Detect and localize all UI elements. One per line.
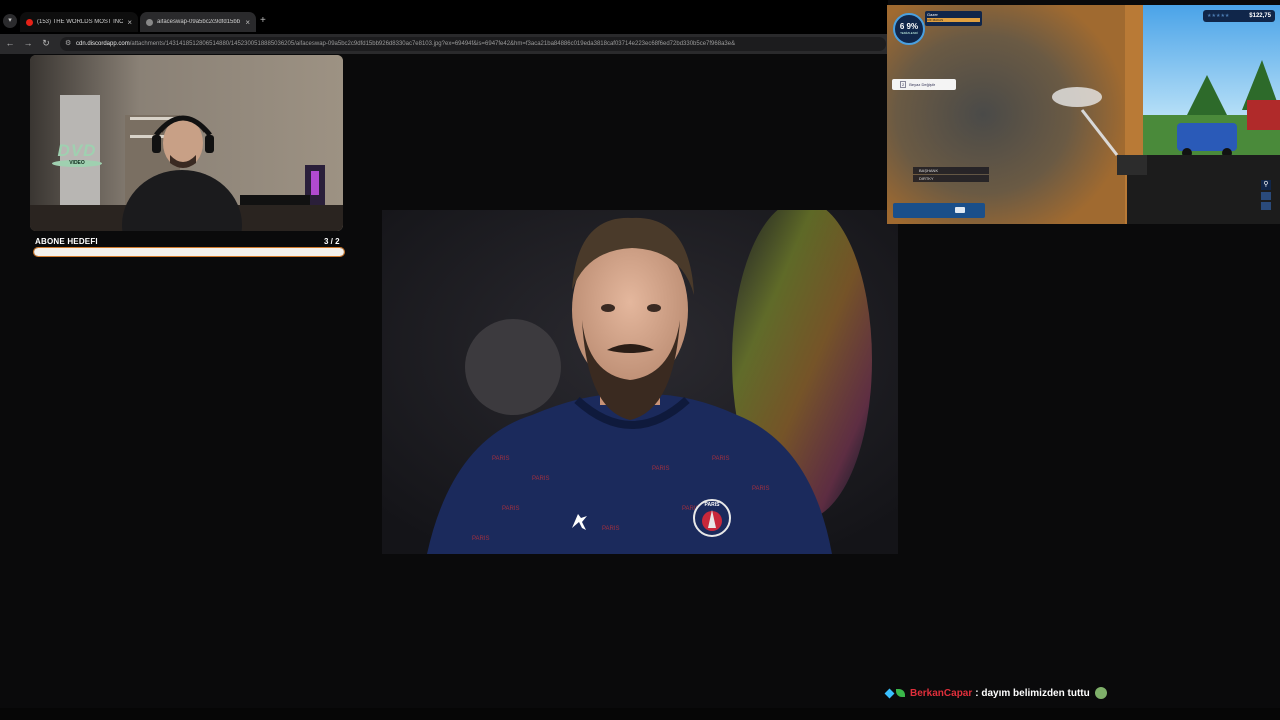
list-item: DIRTKY bbox=[913, 175, 989, 182]
side-icons: ⚲ bbox=[1261, 180, 1273, 210]
person-icon: ⚲ bbox=[1261, 180, 1271, 190]
dvd-logo-text: DVD bbox=[57, 141, 97, 160]
displayed-image: PARIS PARIS PARIS PARIS PARIS PARIS PARIS PAR… bbox=[382, 210, 898, 554]
emote-icon bbox=[1094, 687, 1107, 699]
address-bar[interactable]: cdn.discordapp.com/attachments/143141851… bbox=[60, 37, 886, 51]
chat-text: : dayım belimizden tuttu bbox=[975, 687, 1090, 699]
sub-goal-count: 3 / 2 bbox=[324, 237, 340, 246]
game-scene bbox=[887, 5, 1280, 224]
clean-percent-caption: TEMİZLENDİ bbox=[900, 31, 918, 35]
player-name: Gazer bbox=[927, 12, 938, 17]
close-tab-icon[interactable]: × bbox=[127, 18, 132, 27]
back-icon[interactable]: ← bbox=[4, 37, 16, 49]
dvd-logo-sub: VIDEO bbox=[52, 160, 102, 167]
task-panel: 2 Beyaz Değiştir bbox=[892, 79, 956, 90]
player-panel: Gazer CİF MAKAS bbox=[925, 11, 982, 26]
rating-stars: ★★★★★ bbox=[1207, 13, 1230, 19]
nozzle-icon bbox=[955, 207, 965, 213]
svg-text:PARIS: PARIS bbox=[502, 506, 520, 512]
svg-text:PARIS: PARIS bbox=[532, 476, 550, 482]
tab-title: (153) THE WORLDS MOST INCR bbox=[37, 19, 124, 25]
svg-text:PARIS: PARIS bbox=[752, 486, 770, 492]
clean-percent: 6 9% bbox=[899, 22, 919, 31]
globe-icon bbox=[146, 18, 153, 26]
money-panel: ★★★★★ $122,75 bbox=[1203, 10, 1275, 22]
tab-youtube[interactable]: (153) THE WORLDS MOST INCR × bbox=[20, 12, 138, 32]
new-tab-button[interactable]: + bbox=[260, 15, 266, 26]
forward-icon[interactable]: → bbox=[22, 37, 34, 49]
crest-text: PARIS bbox=[705, 502, 721, 508]
youtube-icon bbox=[26, 18, 33, 26]
clean-percent-dial: 6 9% TEMİZLENDİ bbox=[893, 13, 925, 45]
dvd-logo: DVD VIDEO bbox=[48, 141, 106, 167]
bottom-strip bbox=[0, 708, 1280, 720]
reload-icon[interactable]: ↻ bbox=[40, 37, 52, 49]
svg-text:PARIS: PARIS bbox=[492, 456, 510, 462]
svg-text:PARIS: PARIS bbox=[472, 536, 490, 542]
list-item: BAŞHANK bbox=[913, 167, 989, 174]
svg-text:PARIS: PARIS bbox=[602, 526, 620, 532]
money-amount: $122,75 bbox=[1249, 13, 1271, 19]
sub-goal-progress-fill bbox=[34, 248, 344, 256]
tool-slot-icon bbox=[1261, 192, 1271, 200]
objects-list: BAŞHANK DIRTKY bbox=[913, 167, 989, 182]
leaf-badge-icon bbox=[896, 689, 905, 697]
tool-slot-icon bbox=[1261, 202, 1271, 210]
chat-message: BerkanCapar : dayım belimizden tuttu bbox=[884, 686, 1107, 700]
tab-list-button[interactable]: ▾ bbox=[3, 14, 17, 28]
chat-username: BerkanCapar bbox=[910, 687, 973, 699]
player-bar-label: CİF MAKAS bbox=[927, 18, 980, 22]
webcam-feed: DVD VIDEO bbox=[30, 55, 343, 231]
tool-bar bbox=[893, 203, 985, 218]
sub-goal-progress-bar bbox=[33, 247, 345, 257]
sub-goal-label: ABONE HEDEFI bbox=[35, 237, 98, 246]
footballer-photo: PARIS PARIS PARIS PARIS PARIS PARIS PARIS PAR… bbox=[382, 210, 898, 554]
tab-title: aifaceswap-09a5bc2c9dfd15bb bbox=[157, 19, 241, 25]
badge-icon bbox=[884, 688, 895, 698]
site-info-icon[interactable]: ⚙ bbox=[65, 40, 73, 48]
url-host: cdn.discordapp.com bbox=[76, 41, 130, 47]
game-capture: 6 9% TEMİZLENDİ Gazer CİF MAKAS ★★★★★ $1… bbox=[887, 5, 1280, 224]
close-tab-icon[interactable]: × bbox=[245, 18, 250, 27]
tab-image[interactable]: aifaceswap-09a5bc2c9dfd15bb × bbox=[140, 12, 256, 32]
task-key: 2 bbox=[900, 81, 907, 88]
task-label: Beyaz Değiştir bbox=[909, 82, 936, 87]
svg-text:PARIS: PARIS bbox=[652, 466, 670, 472]
url-path: /attachments/1431418512806514880/1452300… bbox=[129, 41, 736, 47]
svg-text:PARIS: PARIS bbox=[712, 456, 730, 462]
